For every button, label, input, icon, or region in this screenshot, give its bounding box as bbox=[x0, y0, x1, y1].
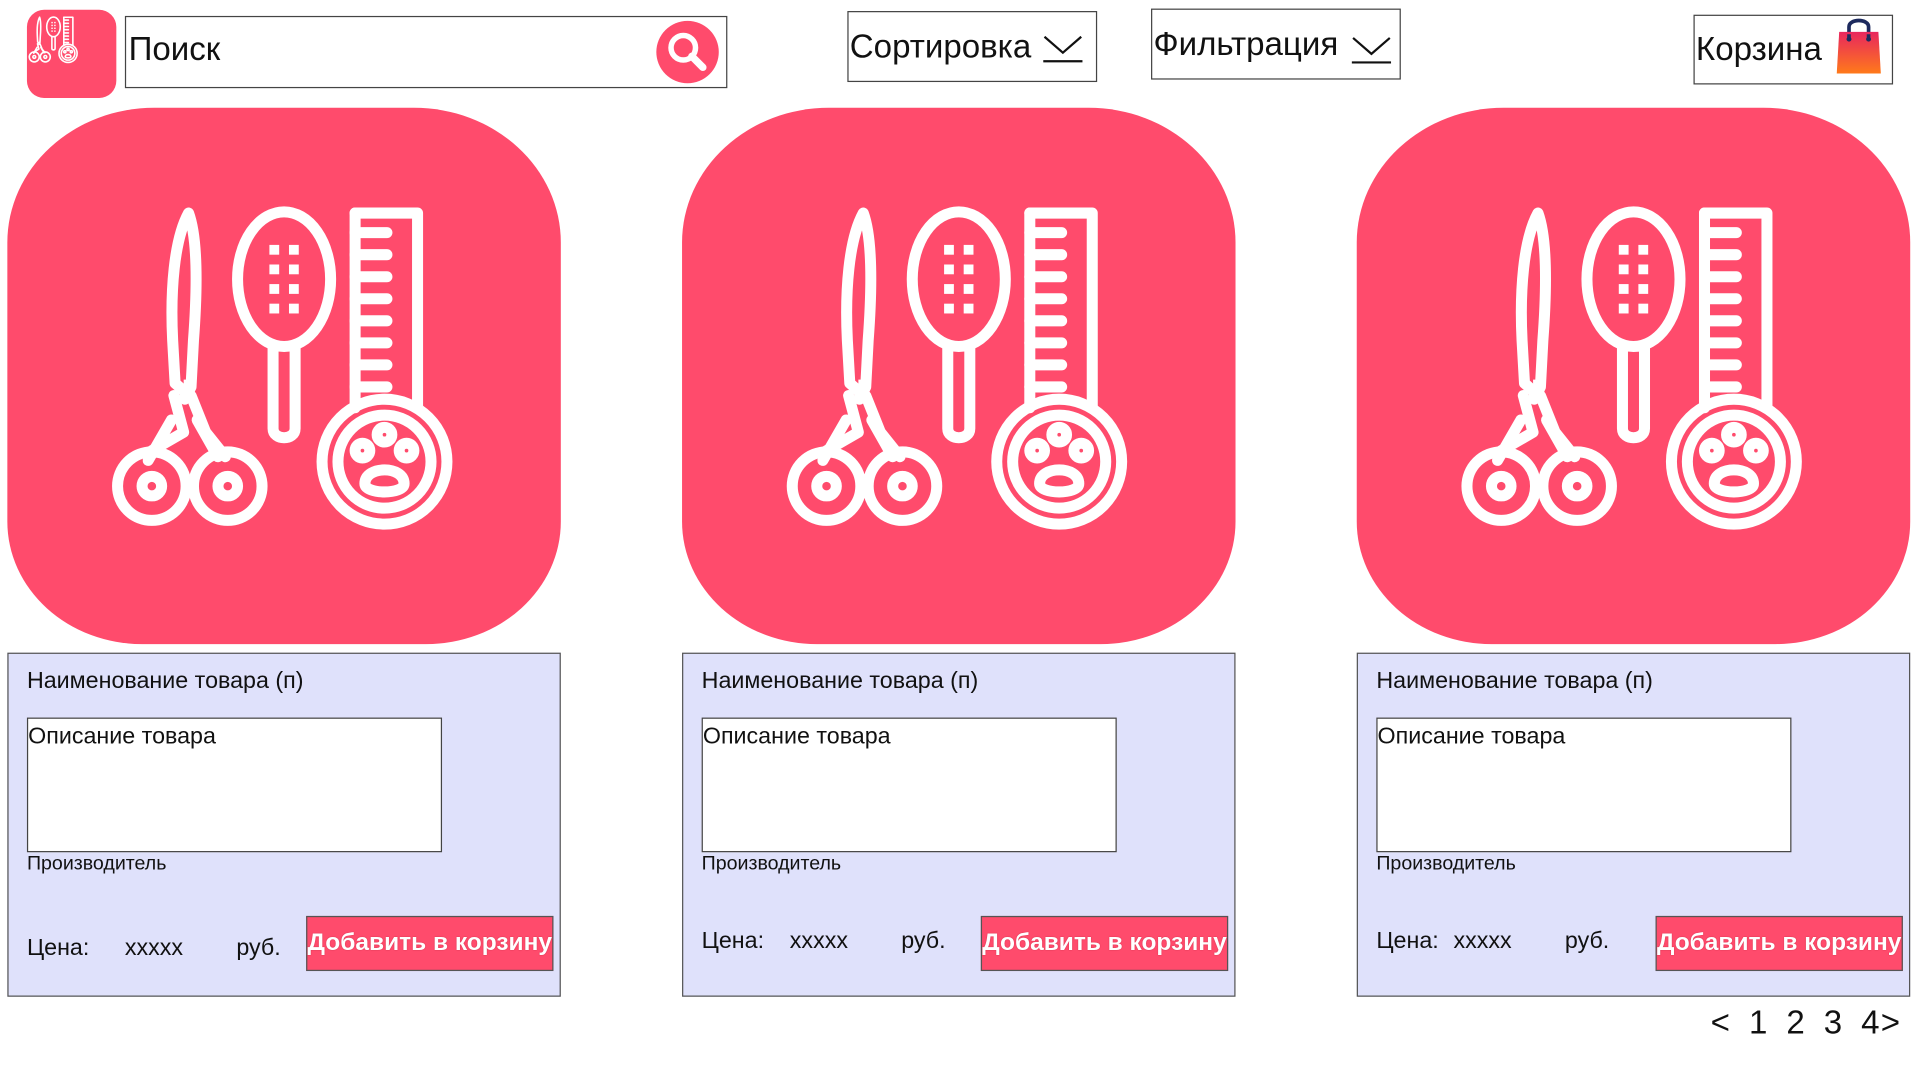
pagination-page-4[interactable]: 4 bbox=[1861, 1004, 1881, 1041]
pagination-page-1[interactable]: 1 bbox=[1749, 1004, 1769, 1041]
pagination-page-2[interactable]: 2 bbox=[1786, 1004, 1806, 1041]
cart-button[interactable]: Корзина bbox=[1693, 14, 1894, 85]
price-currency: руб. bbox=[901, 928, 946, 954]
pagination-page-3[interactable]: 3 bbox=[1824, 1004, 1844, 1041]
sort-dropdown[interactable]: Сортировка bbox=[847, 11, 1098, 83]
price-currency: руб. bbox=[236, 935, 281, 962]
product-description-box: Описание товара bbox=[26, 717, 443, 853]
grooming-tools-icon bbox=[27, 10, 116, 98]
product-description-box: Описание товара bbox=[701, 717, 1117, 853]
price-value: xxxxx bbox=[1453, 928, 1512, 954]
product-manufacturer: Производитель bbox=[26, 853, 167, 875]
chevron-down-icon bbox=[1043, 35, 1083, 63]
product-info: Наименование товара (п) Описание товара … bbox=[7, 652, 561, 997]
product-info: Наименование товара (п) Описание товара … bbox=[1356, 652, 1911, 997]
product-card: Наименование товара (п) Описание товара … bbox=[682, 107, 1236, 997]
search-button[interactable] bbox=[656, 20, 719, 84]
chevron-down-icon bbox=[1351, 37, 1392, 64]
cart-label: Корзина bbox=[1695, 30, 1822, 68]
product-manufacturer: Производитель bbox=[1376, 853, 1516, 875]
product-info: Наименование товара (п) Описание товара … bbox=[682, 652, 1236, 997]
product-card: Наименование товара (п) Описание товара … bbox=[7, 107, 561, 997]
product-image[interactable] bbox=[1356, 107, 1911, 645]
add-to-cart-button[interactable]: Добавить в корзину bbox=[980, 915, 1229, 972]
pagination: < 1 2 3 4> bbox=[1711, 1004, 1909, 1042]
price-label: Цена: bbox=[701, 928, 765, 954]
grooming-tools-icon bbox=[1357, 108, 1910, 644]
price-value: xxxxx bbox=[124, 935, 184, 962]
app-logo[interactable] bbox=[26, 9, 117, 98]
filter-dropdown[interactable]: Фильтрация bbox=[1151, 8, 1401, 80]
price-currency: руб. bbox=[1564, 928, 1610, 954]
price-value: xxxxx bbox=[789, 928, 848, 954]
product-name: Наименование товара (п) bbox=[701, 668, 979, 695]
search-placeholder: Поиск bbox=[128, 30, 221, 68]
add-to-cart-button[interactable]: Добавить в корзину bbox=[1655, 915, 1903, 972]
add-to-cart-button[interactable]: Добавить в корзину bbox=[306, 915, 554, 972]
product-name: Наименование товара (п) bbox=[26, 668, 304, 695]
sort-label: Сортировка bbox=[849, 28, 1032, 65]
filter-label: Фильтрация bbox=[1153, 25, 1339, 63]
price-label: Цена: bbox=[26, 935, 90, 962]
product-image[interactable] bbox=[7, 107, 561, 645]
search-input[interactable]: Поиск bbox=[124, 15, 728, 89]
price-label: Цена: bbox=[1376, 928, 1439, 954]
product-description-box: Описание товара bbox=[1376, 717, 1792, 853]
pagination-prev[interactable]: < bbox=[1711, 1004, 1732, 1041]
product-card: Наименование товара (п) Описание товара … bbox=[1356, 107, 1911, 997]
pagination-next[interactable]: > bbox=[1881, 1004, 1902, 1041]
grooming-tools-icon bbox=[682, 108, 1235, 644]
search-icon bbox=[668, 32, 707, 72]
product-description: Описание товара bbox=[702, 723, 891, 750]
product-description: Описание товара bbox=[28, 723, 216, 750]
shopping-bag-icon bbox=[1836, 18, 1881, 74]
product-manufacturer: Производитель bbox=[701, 853, 842, 875]
grooming-tools-icon bbox=[7, 108, 560, 644]
product-name: Наименование товара (п) bbox=[1376, 668, 1653, 695]
product-image[interactable] bbox=[682, 107, 1236, 645]
product-description: Описание товара bbox=[1377, 723, 1566, 750]
